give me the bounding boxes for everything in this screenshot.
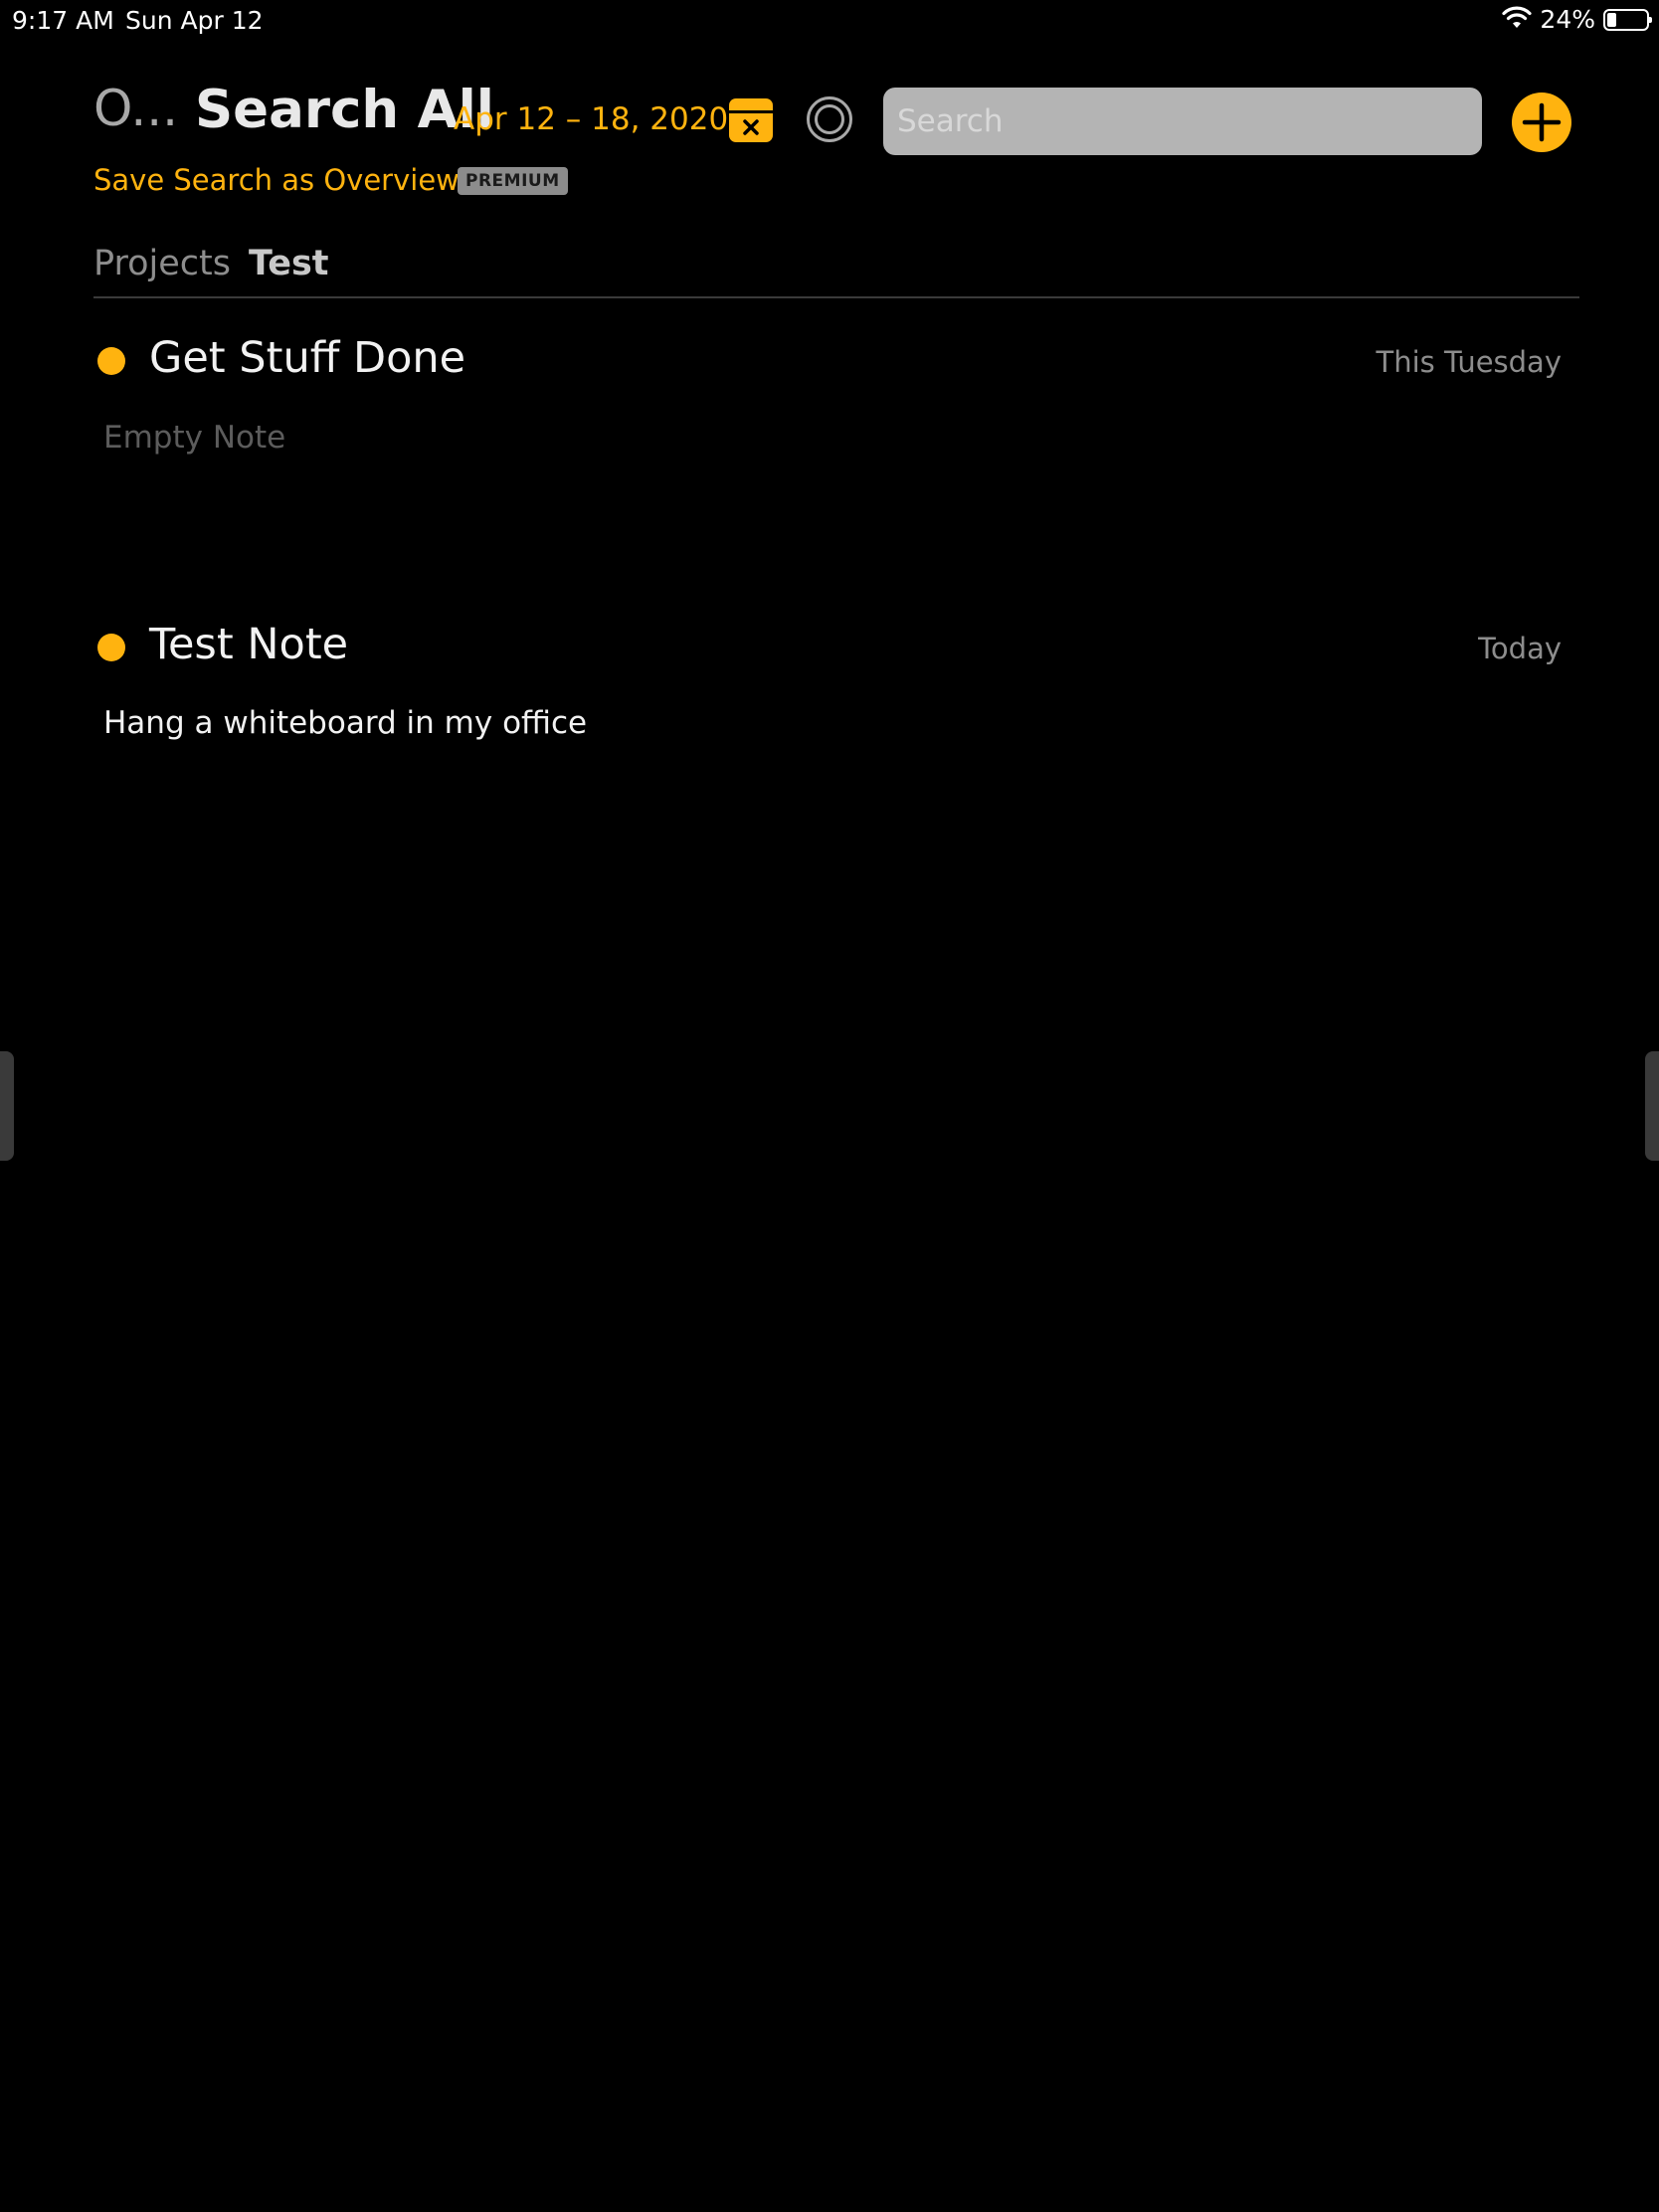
back-button[interactable]: O... [93, 80, 178, 137]
note-body: Empty Note [103, 420, 286, 456]
search-input[interactable] [883, 88, 1482, 155]
calendar-clear-icon[interactable] [728, 97, 774, 143]
page-title: Search All [195, 80, 494, 140]
note-item[interactable]: Test Note Today Hang a whiteboard in my … [93, 620, 1562, 759]
breadcrumb-current: Test [248, 244, 329, 283]
status-date: Sun Apr 12 [125, 6, 264, 35]
note-title: Get Stuff Done [149, 333, 466, 383]
date-range[interactable]: Apr 12 – 18, 2020 [454, 101, 728, 137]
breadcrumb: Projects Test [93, 244, 329, 283]
note-date: This Tuesday [1376, 345, 1562, 379]
plus-circle-icon[interactable] [1512, 92, 1571, 152]
note-date: Today [1478, 632, 1562, 665]
battery-percent: 24% [1540, 5, 1595, 34]
battery-level [1607, 12, 1616, 27]
status-time: 9:17 AM [12, 6, 114, 35]
note-body: Hang a whiteboard in my office [103, 705, 588, 741]
target-circle-icon[interactable] [806, 95, 853, 143]
note-title: Test Note [149, 620, 349, 669]
divider [93, 296, 1579, 298]
status-indicators: 24% [1502, 5, 1652, 34]
note-status-dot [97, 347, 125, 375]
right-sidebar-handle[interactable] [1645, 1051, 1659, 1161]
save-search-overview-link[interactable]: Save Search as Overview [93, 163, 460, 197]
status-bar: 9:17 AM Sun Apr 12 24% [0, 0, 1659, 40]
premium-badge: PREMIUM [458, 167, 568, 195]
note-item[interactable]: Get Stuff Done This Tuesday Empty Note [93, 333, 1562, 472]
header: O... Search All Apr 12 – 18, 2020 [93, 80, 1579, 169]
wifi-icon [1502, 6, 1533, 34]
note-status-dot [97, 634, 125, 661]
battery-icon [1603, 8, 1652, 31]
breadcrumb-projects[interactable]: Projects [93, 244, 231, 283]
left-sidebar-handle[interactable] [0, 1051, 14, 1161]
